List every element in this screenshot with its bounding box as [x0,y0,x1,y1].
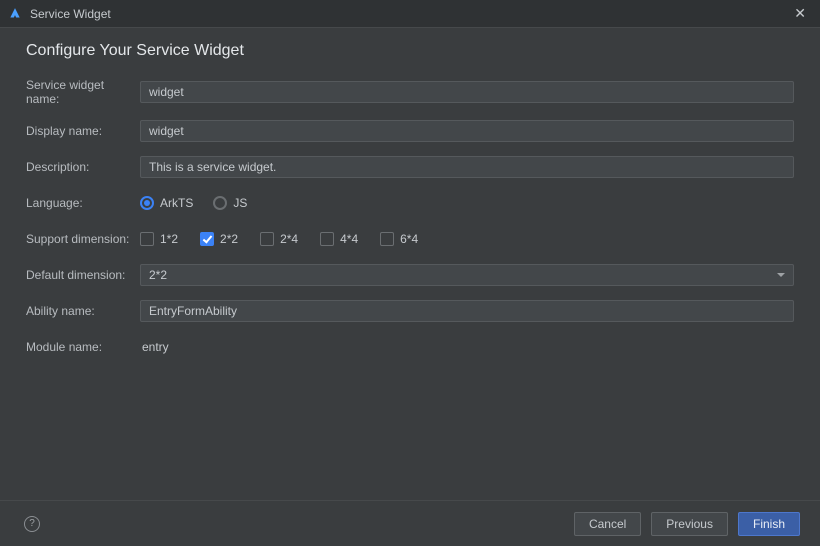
row-language: Language: ArkTS JS [26,192,794,214]
label-language: Language: [26,196,140,210]
checkbox-label: 4*4 [340,232,358,246]
checkbox-dim-1x2[interactable]: 1*2 [140,232,178,246]
label-description: Description: [26,160,140,174]
description-input[interactable] [140,156,794,178]
checkbox-checked-icon [200,232,214,246]
footer: ? Cancel Previous Finish [0,500,820,546]
page-title: Configure Your Service Widget [26,42,794,60]
finish-button[interactable]: Finish [738,512,800,536]
row-support-dimension: Support dimension: 1*2 2*2 2*4 4*4 6*4 [26,228,794,250]
radio-label: JS [233,196,247,210]
default-dimension-select[interactable]: 2*2 [140,264,794,286]
label-support-dimension: Support dimension: [26,232,140,246]
radio-language-js[interactable]: JS [213,196,247,210]
row-widget-name: Service widget name: [26,78,794,106]
radio-icon [213,196,227,210]
ability-name-input[interactable] [140,300,794,322]
checkbox-dim-2x2[interactable]: 2*2 [200,232,238,246]
label-display-name: Display name: [26,124,140,138]
checkbox-label: 1*2 [160,232,178,246]
module-name-value: entry [140,340,169,354]
row-display-name: Display name: [26,120,794,142]
checkbox-dim-6x4[interactable]: 6*4 [380,232,418,246]
radio-selected-icon [140,196,154,210]
row-default-dimension: Default dimension: 2*2 [26,264,794,286]
display-name-input[interactable] [140,120,794,142]
chevron-down-icon [777,273,785,277]
checkbox-icon [260,232,274,246]
label-default-dimension: Default dimension: [26,268,140,282]
window-title: Service Widget [30,7,111,21]
main-content: Configure Your Service Widget Service wi… [0,28,820,500]
close-icon[interactable]: ✕ [788,5,812,22]
checkbox-icon [140,232,154,246]
checkbox-label: 2*2 [220,232,238,246]
row-description: Description: [26,156,794,178]
label-widget-name: Service widget name: [26,78,140,106]
help-icon[interactable]: ? [24,516,40,532]
titlebar: Service Widget ✕ [0,0,820,28]
checkbox-icon [380,232,394,246]
row-ability-name: Ability name: [26,300,794,322]
checkbox-label: 2*4 [280,232,298,246]
widget-name-input[interactable] [140,81,794,103]
checkbox-label: 6*4 [400,232,418,246]
previous-button[interactable]: Previous [651,512,728,536]
radio-label: ArkTS [160,196,193,210]
row-module-name: Module name: entry [26,336,794,358]
radio-language-arkts[interactable]: ArkTS [140,196,193,210]
app-logo-icon [8,7,22,21]
label-ability-name: Ability name: [26,304,140,318]
label-module-name: Module name: [26,340,140,354]
checkbox-dim-4x4[interactable]: 4*4 [320,232,358,246]
checkbox-dim-2x4[interactable]: 2*4 [260,232,298,246]
select-value: 2*2 [149,265,167,285]
checkbox-icon [320,232,334,246]
cancel-button[interactable]: Cancel [574,512,641,536]
